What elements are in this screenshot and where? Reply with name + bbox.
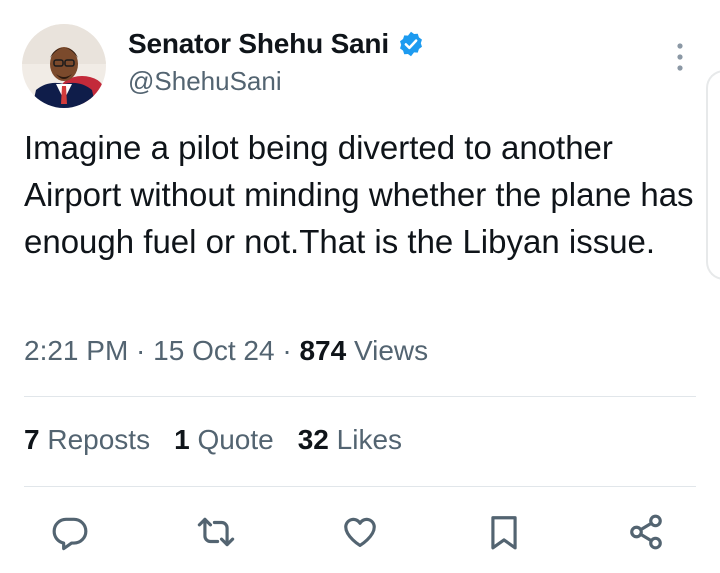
meta-separator: · bbox=[128, 335, 154, 366]
author-name-text: Senator Shehu Sani bbox=[128, 28, 389, 59]
verified-badge-icon bbox=[397, 30, 425, 58]
quotes-stat[interactable]: 1 Quote bbox=[174, 424, 274, 456]
views-count: 874 bbox=[299, 335, 347, 366]
views-label: Views bbox=[353, 335, 429, 366]
meta-separator: · bbox=[274, 335, 300, 366]
reply-icon bbox=[52, 517, 88, 551]
adjacent-card-edge bbox=[706, 70, 720, 280]
tweet-date[interactable]: 15 Oct 24 bbox=[153, 335, 274, 366]
likes-count: 32 bbox=[297, 424, 329, 455]
author-handle[interactable]: @ShehuSani bbox=[128, 66, 282, 97]
likes-stat[interactable]: 32 Likes bbox=[298, 424, 402, 456]
author-name[interactable]: Senator Shehu Sani bbox=[128, 28, 425, 60]
reposts-count: 7 bbox=[24, 424, 40, 455]
reposts-label: Reposts bbox=[47, 424, 151, 455]
divider bbox=[24, 486, 696, 487]
tweet-text: Imagine a pilot being diverted to anothe… bbox=[24, 129, 694, 260]
share-icon bbox=[630, 514, 662, 550]
tweet-time[interactable]: 2:21 PM bbox=[24, 335, 128, 366]
share-button[interactable] bbox=[624, 510, 668, 554]
divider bbox=[24, 396, 696, 397]
avatar[interactable] bbox=[22, 24, 106, 108]
engagement-stats: 7 Reposts 1 Quote 32 Likes bbox=[24, 424, 402, 456]
reposts-stat[interactable]: 7 Reposts bbox=[24, 424, 150, 456]
like-icon bbox=[344, 517, 376, 548]
avatar-image bbox=[22, 24, 106, 108]
repost-button[interactable] bbox=[194, 510, 238, 554]
more-options-icon[interactable] bbox=[670, 40, 690, 74]
likes-label: Likes bbox=[336, 424, 403, 455]
repost-icon bbox=[197, 517, 235, 547]
bookmark-icon bbox=[491, 516, 517, 550]
tweet-meta: 2:21 PM · 15 Oct 24 · 874 Views bbox=[24, 335, 428, 367]
bookmark-button[interactable] bbox=[482, 510, 526, 554]
like-button[interactable] bbox=[338, 510, 382, 554]
quotes-label: Quote bbox=[197, 424, 274, 455]
quotes-count: 1 bbox=[174, 424, 190, 455]
reply-button[interactable] bbox=[48, 510, 92, 554]
